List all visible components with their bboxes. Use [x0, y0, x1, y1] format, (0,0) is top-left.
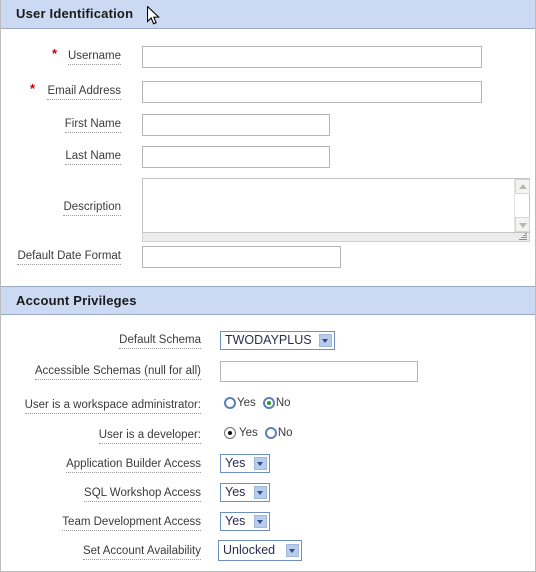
label-workspace-administrator: User is a workspace administrator: [24, 398, 201, 414]
radio-label-developer-no: No [277, 427, 293, 440]
label-wrap-description: Description [0, 178, 131, 238]
scrollbar-description[interactable] [514, 179, 530, 232]
radio-option-workspace-administrator-no[interactable]: No [262, 397, 291, 410]
form-row-accessible-schemas: Accessible Schemas (null for all) [0, 361, 536, 383]
user-account-form-page: User Identification Username * Email Add… [0, 0, 536, 572]
chevron-down-icon[interactable] [254, 515, 267, 528]
form-row-application-builder-access: Application Builder Access Yes [0, 454, 536, 476]
input-username[interactable] [142, 46, 482, 68]
form-row-last-name: Last Name [0, 146, 536, 168]
label-wrap-default-schema: Default Schema [0, 330, 209, 350]
select-set-account-availability-value: Unlocked [223, 543, 276, 557]
required-marker-email-address: * [29, 81, 35, 96]
chevron-down-icon[interactable] [254, 457, 267, 470]
select-sql-workshop-access[interactable]: Yes [220, 483, 270, 502]
label-wrap-application-builder-access: Application Builder Access [0, 454, 209, 474]
label-wrap-username: Username * [0, 46, 131, 66]
label-wrap-default-date-format: Default Date Format [0, 246, 131, 266]
input-last-name[interactable] [142, 146, 330, 168]
form-row-description: Description [0, 178, 536, 242]
label-email-address: Email Address [47, 84, 121, 100]
select-application-builder-access-value: Yes [225, 456, 246, 470]
label-default-schema: Default Schema [119, 333, 201, 349]
required-marker-username: * [51, 46, 57, 61]
chevron-down-icon[interactable] [286, 544, 299, 557]
radio-option-developer-no[interactable]: No [264, 427, 293, 440]
section-header-account-privileges: Account Privileges [1, 286, 535, 315]
section-title-user-identification: User Identification [16, 6, 134, 21]
label-sql-workshop-access: SQL Workshop Access [84, 486, 201, 502]
chevron-down-icon[interactable] [254, 486, 267, 499]
input-first-name[interactable] [142, 114, 330, 136]
radio-option-workspace-administrator-yes[interactable]: Yes [224, 397, 256, 410]
form-row-sql-workshop-access: SQL Workshop Access Yes [0, 483, 536, 505]
form-row-email-address: Email Address * [0, 81, 536, 103]
radio-button-icon-selected[interactable] [262, 397, 275, 410]
radio-label-workspace-administrator-yes: Yes [237, 397, 256, 410]
input-accessible-schemas[interactable] [220, 361, 418, 382]
label-last-name: Last Name [65, 149, 121, 165]
select-default-schema-value: TWODAYPLUS [225, 333, 312, 347]
label-wrap-team-development-access: Team Development Access [0, 512, 209, 532]
label-set-account-availability: Set Account Availability [82, 544, 201, 560]
radio-group-developer: Yes No [224, 427, 293, 440]
scroll-up-arrow-icon[interactable] [515, 179, 530, 194]
label-wrap-accessible-schemas: Accessible Schemas (null for all) [0, 361, 209, 381]
input-email-address[interactable] [142, 81, 482, 103]
form-row-workspace-administrator: User is a workspace administrator: Yes N… [0, 396, 536, 418]
form-row-developer: User is a developer: Yes No [0, 426, 536, 448]
label-default-date-format: Default Date Format [17, 249, 121, 265]
radio-option-developer-yes[interactable]: Yes [224, 427, 258, 440]
section-title-account-privileges: Account Privileges [16, 293, 137, 308]
radio-button-icon-unselected[interactable] [264, 427, 277, 440]
label-team-development-access: Team Development Access [62, 515, 201, 531]
select-team-development-access-value: Yes [225, 514, 246, 528]
form-row-default-schema: Default Schema TWODAYPLUS [0, 330, 536, 352]
chevron-down-icon[interactable] [319, 334, 332, 347]
label-wrap-last-name: Last Name [0, 146, 131, 166]
label-wrap-workspace-administrator: User is a workspace administrator: [0, 396, 209, 416]
label-wrap-sql-workshop-access: SQL Workshop Access [0, 483, 209, 503]
label-description: Description [63, 200, 121, 216]
select-set-account-availability[interactable]: Unlocked [218, 540, 302, 561]
label-first-name: First Name [64, 117, 121, 133]
section-header-user-identification: User Identification [1, 0, 535, 29]
label-username: Username [67, 49, 121, 65]
resize-grip-icon[interactable] [519, 232, 527, 240]
scroll-down-arrow-icon[interactable] [515, 217, 530, 232]
textarea-description[interactable] [142, 178, 530, 233]
select-team-development-access[interactable]: Yes [220, 512, 270, 531]
form-row-default-date-format: Default Date Format [0, 246, 536, 268]
label-accessible-schemas: Accessible Schemas (null for all) [34, 364, 201, 380]
select-application-builder-access[interactable]: Yes [220, 454, 270, 473]
form-row-username: Username * [0, 46, 536, 68]
label-wrap-email-address: Email Address * [0, 81, 131, 101]
textarea-resize-bar-description[interactable] [142, 233, 530, 242]
radio-label-workspace-administrator-no: No [275, 397, 291, 410]
radio-label-developer-yes: Yes [239, 427, 258, 440]
label-wrap-first-name: First Name [0, 114, 131, 134]
radio-group-workspace-administrator: Yes No [224, 397, 291, 410]
label-developer: User is a developer: [98, 428, 201, 444]
label-application-builder-access: Application Builder Access [66, 457, 201, 473]
select-default-schema[interactable]: TWODAYPLUS [220, 331, 335, 350]
textarea-wrapper-description [142, 178, 530, 233]
form-row-team-development-access: Team Development Access Yes [0, 512, 536, 534]
radio-button-icon-selected[interactable] [224, 427, 236, 440]
label-wrap-set-account-availability: Set Account Availability [0, 540, 209, 560]
form-row-first-name: First Name [0, 114, 536, 136]
select-sql-workshop-access-value: Yes [225, 485, 246, 499]
radio-button-icon-unselected[interactable] [224, 397, 236, 410]
form-row-set-account-availability: Set Account Availability Unlocked [0, 540, 536, 562]
input-default-date-format[interactable] [142, 246, 341, 268]
label-wrap-developer: User is a developer: [0, 426, 209, 446]
